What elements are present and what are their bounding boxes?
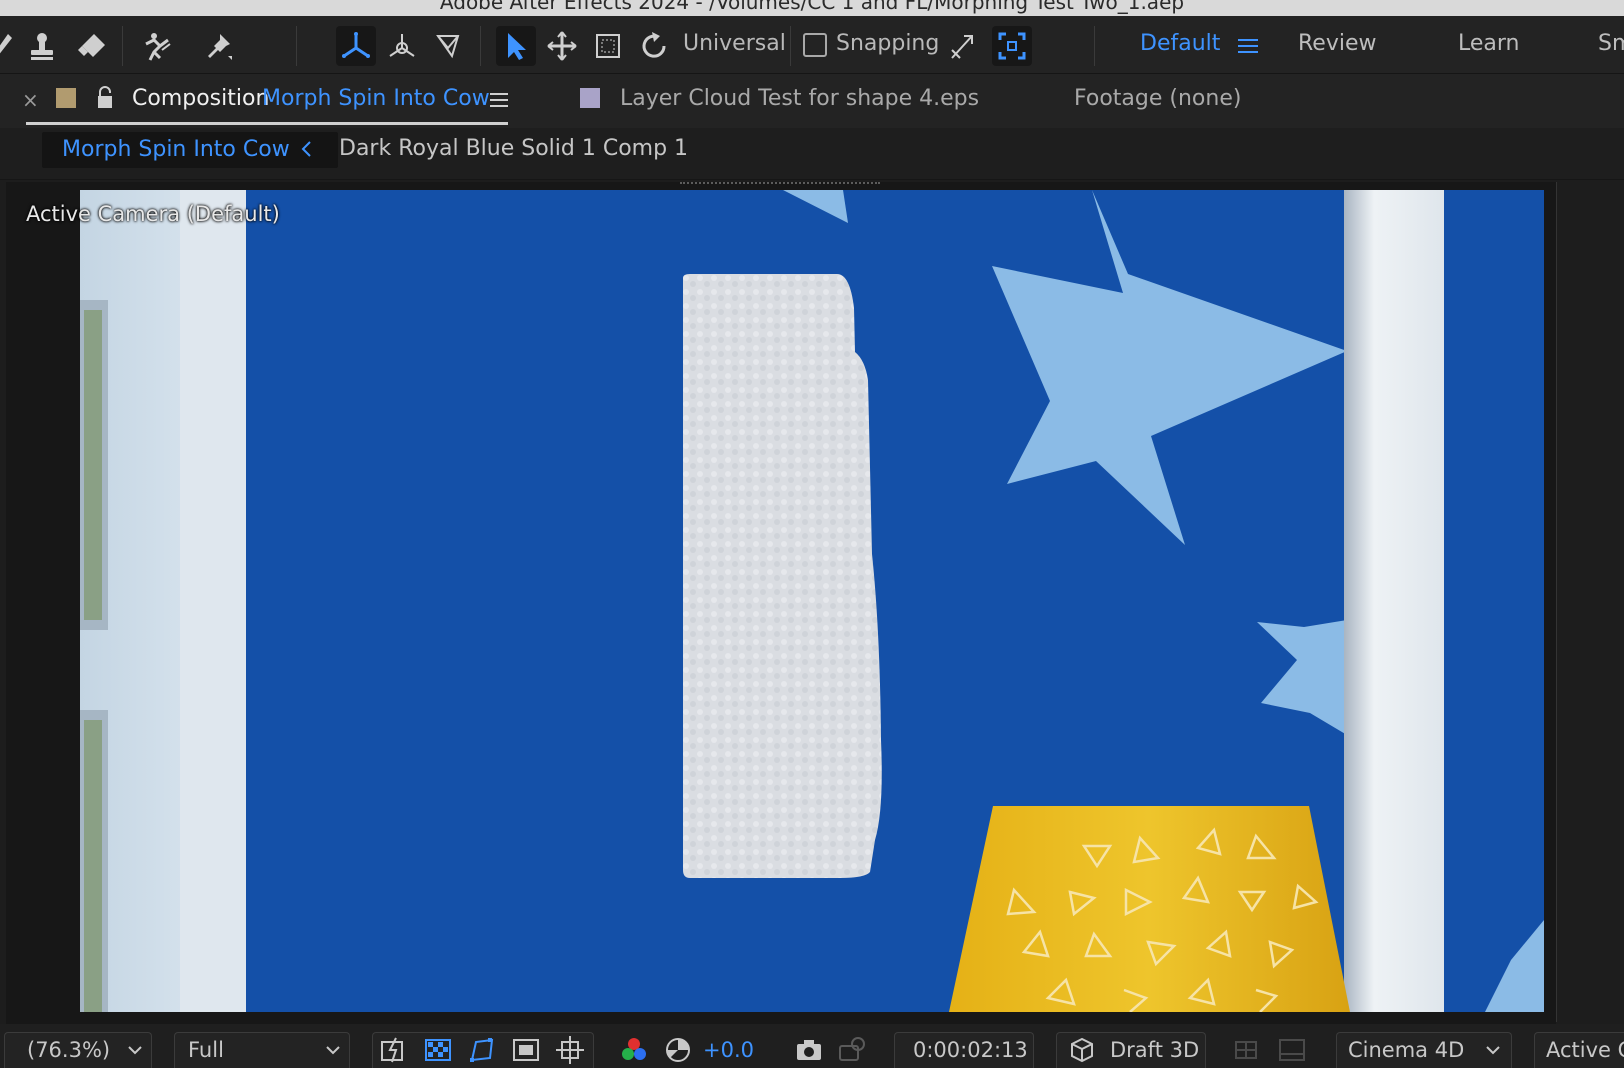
window-trim [180, 190, 246, 1012]
eraser-icon[interactable] [72, 26, 112, 66]
selection-tool-icon[interactable] [496, 26, 536, 66]
window-title: Adobe After Effects 2024 - /Volumes/CC 1… [439, 0, 1185, 14]
grid-guides-icon[interactable] [556, 1036, 584, 1064]
workspace-review[interactable]: Review [1298, 31, 1377, 56]
composition-tab-prefix[interactable]: Composition [132, 86, 269, 111]
window-view-top [84, 310, 102, 620]
color-management-icon[interactable] [664, 1036, 692, 1064]
resolution-value: Full [188, 1038, 224, 1062]
zoom-level: (76.3%) [27, 1038, 111, 1062]
chevron-left-icon[interactable] [300, 140, 312, 158]
3d-view-value: Active C [1546, 1038, 1624, 1062]
active-camera-label: Active Camera (Default) [26, 202, 280, 226]
workspace-default[interactable]: Default [1140, 31, 1220, 56]
puppet-pin-icon[interactable] [198, 26, 238, 66]
rotation-tool-icon[interactable] [634, 26, 674, 66]
renderer-value: Cinema 4D [1348, 1038, 1465, 1062]
region-of-interest-icon[interactable] [588, 26, 628, 66]
door-frame-right [1344, 190, 1444, 1012]
chevron-down-icon [326, 1046, 340, 1055]
footage-tab[interactable]: Footage (none) [1074, 86, 1241, 111]
chevron-down-icon [128, 1046, 142, 1055]
clone-stamp-icon[interactable] [22, 26, 62, 66]
layer-color-swatch [580, 88, 600, 108]
viewer-edge-line [1556, 182, 1557, 1022]
current-timecode: 0:00:02:13 [913, 1038, 1028, 1062]
fast-previews-icon[interactable] [380, 1036, 408, 1064]
exposure-value[interactable]: +0.0 [703, 1038, 754, 1062]
window-view-bottom [84, 720, 102, 1012]
tools-panel: Universal Snapping Default Review Learn … [0, 16, 1624, 74]
local-axis-mode-icon[interactable] [336, 26, 376, 66]
cloud-shape-layer[interactable] [683, 274, 882, 878]
viewer-ruler-mark [680, 182, 880, 185]
panel-tab-bar: × Composition Morph Spin Into Cow Layer … [0, 74, 1624, 128]
universal-mode-label[interactable]: Universal [683, 31, 786, 56]
mask-path-visibility-icon[interactable] [468, 1036, 496, 1064]
wall-right [1444, 190, 1544, 1012]
extend-viewer-icon[interactable] [992, 26, 1032, 66]
snapshot-camera-icon[interactable] [795, 1036, 823, 1064]
layer-tab[interactable]: Layer Cloud Test for shape 4.eps [620, 86, 979, 111]
hand-tool-icon[interactable] [542, 26, 582, 66]
workspace-learn[interactable]: Learn [1458, 31, 1520, 56]
active-tab-underline [26, 122, 508, 125]
close-panel-icon[interactable]: × [22, 88, 39, 112]
roto-brush-icon[interactable] [136, 26, 176, 66]
lock-icon[interactable] [95, 86, 115, 110]
extended-viewer-icon[interactable] [1232, 1036, 1260, 1064]
snapping-checkbox[interactable] [803, 33, 827, 57]
world-axis-mode-icon[interactable] [382, 26, 422, 66]
after-effects-window: Adobe After Effects 2024 - /Volumes/CC 1… [0, 0, 1624, 1068]
draft-3d-icon [1071, 1037, 1093, 1063]
workspace-small-screen[interactable]: Sm [1598, 31, 1624, 56]
panel-menu-icon[interactable] [490, 92, 508, 108]
breadcrumb-active-label: Morph Spin Into Cow [62, 137, 290, 162]
snapping-label[interactable]: Snapping [836, 31, 939, 56]
brush-stroke-tool-icon[interactable] [0, 26, 24, 66]
channel-rgb-icon[interactable] [620, 1036, 648, 1064]
workspace-menu-icon[interactable] [1238, 38, 1258, 54]
breadcrumb-next[interactable]: Dark Royal Blue Solid 1 Comp 1 [339, 136, 688, 161]
composition-tab-name[interactable]: Morph Spin Into Cow [262, 86, 490, 111]
transparency-grid-icon[interactable] [424, 1036, 452, 1064]
viewer-footer: (76.3%) Full +0.0 0:00:02:13 Draft 3D Ci… [0, 1024, 1624, 1068]
view-axis-mode-icon[interactable] [428, 26, 468, 66]
show-snapshot-icon[interactable] [838, 1036, 866, 1064]
title-bar: Adobe After Effects 2024 - /Volumes/CC 1… [0, 0, 1624, 16]
draft-3d-label: Draft 3D [1110, 1038, 1200, 1062]
composition-color-swatch [56, 88, 76, 108]
snapping-options-icon[interactable] [942, 26, 982, 66]
region-of-interest-icon[interactable] [512, 1036, 540, 1064]
composition-navigator: Morph Spin Into Cow Dark Royal Blue Soli… [0, 128, 1624, 180]
breadcrumb-active[interactable]: Morph Spin Into Cow [42, 132, 338, 168]
chevron-down-icon [1486, 1046, 1500, 1055]
ground-plane-icon[interactable] [1278, 1036, 1306, 1064]
composition-canvas[interactable] [80, 190, 1544, 1012]
